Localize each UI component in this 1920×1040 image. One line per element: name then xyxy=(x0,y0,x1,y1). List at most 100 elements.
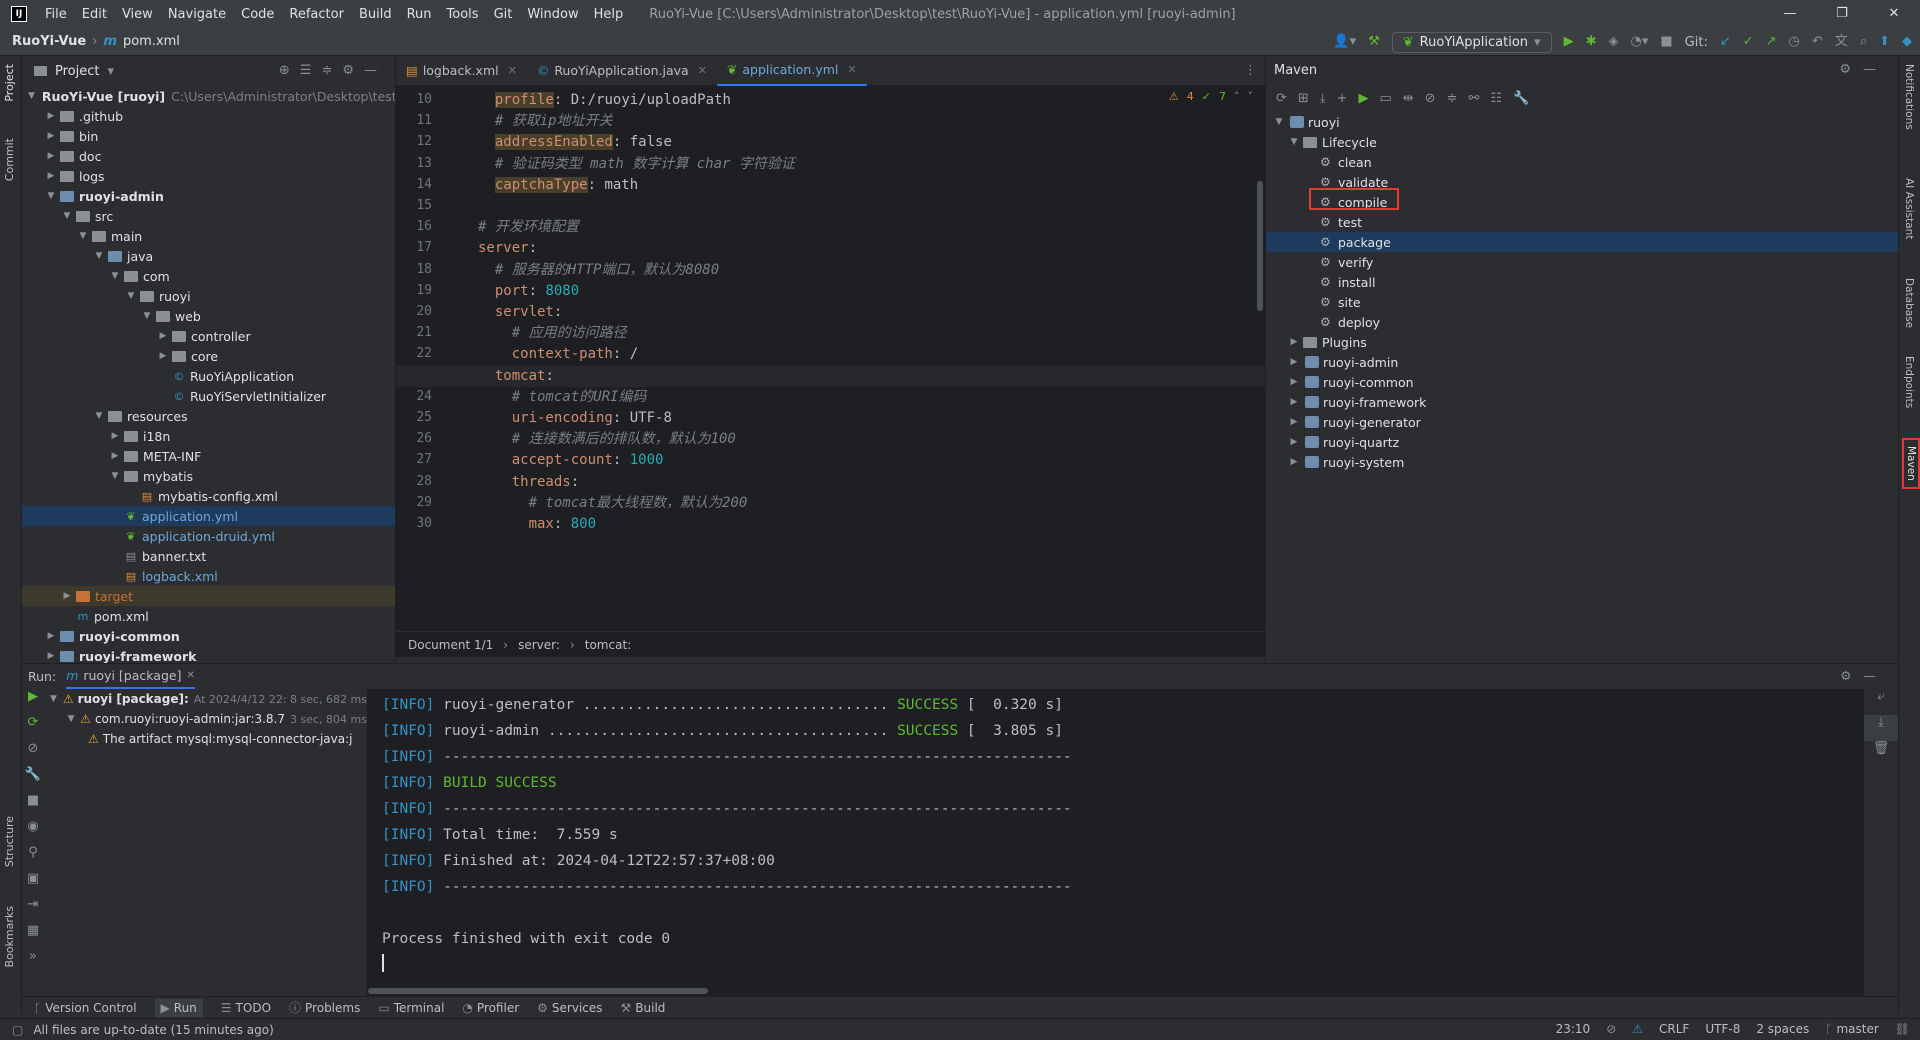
git-push-icon[interactable]: ↗ xyxy=(1766,34,1777,50)
tree-item[interactable]: ▤ banner.txt xyxy=(22,546,395,566)
run-tree-item[interactable]: ▼ ⚠ com.ruoyi:ruoyi-admin:jar:3.8.7 3 sec, … xyxy=(44,709,367,729)
add-icon[interactable]: + xyxy=(1337,91,1348,106)
search-icon[interactable]: ⌕ xyxy=(1860,34,1867,50)
gear-icon[interactable]: ⚙ xyxy=(342,63,364,78)
tree-item[interactable]: ▼ src xyxy=(22,206,395,226)
tree-item[interactable]: ▼ RuoYi-Vue [ruoyi] C:\Users\Administrator… xyxy=(22,86,395,106)
chevron-right-icon[interactable]: ▶ xyxy=(1287,377,1301,387)
close-icon[interactable]: ✕ xyxy=(847,63,856,76)
download-icon[interactable]: ⤓ xyxy=(1320,91,1326,106)
maven-tree-item[interactable]: ⚙ clean xyxy=(1266,152,1899,172)
run-icon[interactable]: ▶ xyxy=(1564,34,1574,50)
menu-item-build[interactable]: Build xyxy=(359,7,392,22)
scroll-to-end-icon[interactable]: ⤓ xyxy=(1864,715,1898,741)
menu-item-file[interactable]: File xyxy=(45,7,67,22)
layout-icon[interactable]: ▦ xyxy=(22,923,44,949)
project-tool-tab[interactable]: Project xyxy=(3,64,16,102)
tree-item[interactable]: ▶ controller xyxy=(22,326,395,346)
trash-icon[interactable]: 🗑 xyxy=(1864,741,1898,767)
chevron-down-icon[interactable]: ▼ xyxy=(1272,117,1286,127)
eye-icon[interactable]: ◉ xyxy=(22,819,44,845)
chevron-down-icon[interactable]: ˅ xyxy=(1248,90,1254,103)
tree-item[interactable]: ▶ logs xyxy=(22,166,395,186)
ai-icon[interactable]: ⚠ xyxy=(1632,1022,1643,1036)
chevron-down-icon[interactable]: ▼ xyxy=(108,271,122,281)
breadcrumb-item[interactable]: Document 1/1 xyxy=(408,638,493,652)
tree-item[interactable]: ▼ ruoyi xyxy=(22,286,395,306)
tree-item[interactable]: ▼ web xyxy=(22,306,395,326)
breadcrumb-project[interactable]: RuoYi-Vue xyxy=(12,34,86,49)
more-icon[interactable]: » xyxy=(22,949,44,975)
tool-tab-profiler[interactable]: ◔ Profiler xyxy=(462,1001,519,1015)
tree-item[interactable]: ▤ logback.xml xyxy=(22,566,395,586)
tree-item[interactable]: ▶ core xyxy=(22,346,395,366)
tool-tab-problems[interactable]: ⓘ Problems xyxy=(289,999,360,1016)
caret-position[interactable]: 23:10 xyxy=(1556,1022,1591,1036)
tree-item[interactable]: ▶ ruoyi-framework xyxy=(22,646,395,664)
chevron-down-icon[interactable]: ▼ xyxy=(66,714,76,724)
pin-icon[interactable]: ⚲ xyxy=(22,845,44,871)
rerun-icon[interactable]: ▶ xyxy=(22,689,44,715)
chevron-down-icon[interactable]: ▼ xyxy=(140,311,154,321)
tree-item[interactable]: m pom.xml xyxy=(22,606,395,626)
chevron-down-icon[interactable]: ▼ xyxy=(48,694,59,704)
maven-tree-item[interactable]: ▶ ruoyi-common xyxy=(1266,372,1899,392)
history-icon[interactable]: ◷ xyxy=(1789,34,1800,50)
tree-item[interactable]: ▼ com xyxy=(22,266,395,286)
chevron-right-icon[interactable]: ▶ xyxy=(60,591,74,601)
chevron-right-icon[interactable]: ▶ xyxy=(1287,357,1301,367)
filter-icon[interactable]: ☷ xyxy=(1490,91,1502,106)
indent-setting[interactable]: 2 spaces xyxy=(1756,1022,1809,1036)
maven-tree-item[interactable]: ▶ ruoyi-system xyxy=(1266,452,1899,472)
run-icon[interactable]: ▶ xyxy=(1358,91,1368,106)
chevron-right-icon[interactable]: ▶ xyxy=(108,451,122,461)
collapse-icon[interactable]: ≑ xyxy=(1447,91,1458,106)
gear-icon[interactable]: ⚙ xyxy=(1839,62,1863,77)
breadcrumb-file[interactable]: pom.xml xyxy=(123,34,180,49)
tree-item[interactable]: ❦ application-druid.yml xyxy=(22,526,395,546)
editor-scrollbar[interactable] xyxy=(1257,181,1263,311)
menu-item-view[interactable]: View xyxy=(122,7,153,22)
ai-assistant-tool-tab[interactable]: AI Assistant xyxy=(1903,178,1915,239)
code-editor[interactable]: 1011121314151617181920212223242526272829… xyxy=(396,86,1265,631)
tree-item[interactable]: ▼ java xyxy=(22,246,395,266)
plugin-icon[interactable]: ◆ xyxy=(1902,34,1912,50)
chevron-down-icon[interactable]: ▼ xyxy=(92,251,106,261)
chevron-right-icon[interactable]: ▶ xyxy=(1287,417,1301,427)
editor-tab[interactable]: ❦ application.yml ✕ xyxy=(716,56,867,86)
tool-tab-terminal[interactable]: ▭ Terminal xyxy=(378,1001,444,1015)
tool-tab-version-control[interactable]: ᚴ Version Control xyxy=(34,1001,137,1015)
database-tool-tab[interactable]: Database xyxy=(1903,278,1915,328)
reload-icon[interactable]: ⟳ xyxy=(1276,91,1287,106)
menu-item-tools[interactable]: Tools xyxy=(447,7,479,22)
maven-tree-item[interactable]: ⚙ site xyxy=(1266,292,1899,312)
maven-tree-item[interactable]: ⚙ verify xyxy=(1266,252,1899,272)
wrench-icon[interactable]: 🔧 xyxy=(22,767,44,793)
chevron-right-icon[interactable]: ▶ xyxy=(44,151,58,161)
close-button[interactable]: ✕ xyxy=(1868,0,1920,28)
chevron-right-icon[interactable]: ▶ xyxy=(1287,437,1301,447)
build-hammer-icon[interactable]: ⚒ xyxy=(1368,34,1380,50)
user-icon[interactable]: 👤▾ xyxy=(1333,34,1356,50)
tool-tab-build[interactable]: ⚒ Build xyxy=(621,1001,666,1015)
tree-item[interactable]: ▶ META-INF xyxy=(22,446,395,466)
file-encoding[interactable]: UTF-8 xyxy=(1705,1022,1740,1036)
translate-icon[interactable]: 文 xyxy=(1835,34,1848,50)
maven-tree-item[interactable]: ▼ Lifecycle xyxy=(1266,132,1899,152)
chevron-down-icon[interactable]: ▼ xyxy=(124,291,138,301)
tool-tab-services[interactable]: ⚙ Services xyxy=(537,1001,602,1015)
maven-tree-item[interactable]: ▼ ruoyi xyxy=(1266,112,1899,132)
chevron-down-icon[interactable]: ▼ xyxy=(76,231,90,241)
chevron-right-icon[interactable]: ▶ xyxy=(44,171,58,181)
tree-item[interactable]: ▼ resources xyxy=(22,406,395,426)
chevron-right-icon[interactable]: ▶ xyxy=(44,651,58,661)
maven-tree-item[interactable]: ▶ Plugins xyxy=(1266,332,1899,352)
menu-item-code[interactable]: Code xyxy=(241,7,274,22)
menu-item-edit[interactable]: Edit xyxy=(82,7,107,22)
tree-item[interactable]: ▤ mybatis-config.xml xyxy=(22,486,395,506)
wrench-icon[interactable]: 🔧 xyxy=(1513,91,1529,106)
close-icon[interactable]: ✕ xyxy=(186,670,194,681)
hide-icon[interactable]: — xyxy=(1863,62,1888,77)
breadcrumb-item[interactable]: server: xyxy=(518,638,560,652)
maven-tree-item[interactable]: ▶ ruoyi-quartz xyxy=(1266,432,1899,452)
